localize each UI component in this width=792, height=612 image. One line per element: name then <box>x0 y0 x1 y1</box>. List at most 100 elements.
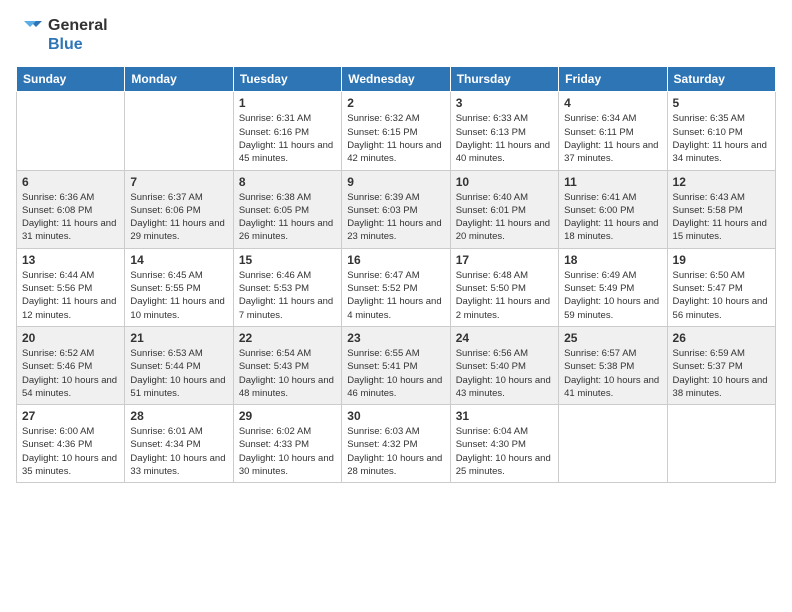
cell-content: Sunrise: 6:59 AM Sunset: 5:37 PM Dayligh… <box>673 347 770 400</box>
day-header-tuesday: Tuesday <box>233 67 341 92</box>
calendar-cell <box>667 405 775 483</box>
calendar-cell: 10Sunrise: 6:40 AM Sunset: 6:01 PM Dayli… <box>450 170 558 248</box>
calendar-cell: 3 Sunrise: 6:33 AM Sunset: 6:13 PM Daylig… <box>450 92 558 170</box>
cell-content: Sunrise: 6:35 AM Sunset: 6:10 PM Dayligh… <box>673 112 770 165</box>
calendar-table: SundayMondayTuesdayWednesdayThursdayFrid… <box>16 66 776 483</box>
cell-content: Sunrise: 6:57 AM Sunset: 5:38 PM Dayligh… <box>564 347 661 400</box>
cell-content: Sunrise: 6:47 AM Sunset: 5:52 PM Dayligh… <box>347 269 444 322</box>
day-number: 29 <box>239 409 336 423</box>
day-number: 4 <box>564 96 661 110</box>
calendar-cell: 28Sunrise: 6:01 AM Sunset: 4:34 PM Dayli… <box>125 405 233 483</box>
calendar-cell: 21 Sunrise: 6:53 AM Sunset: 5:44 PM Dayli… <box>125 326 233 404</box>
calendar-week-row: 20 Sunrise: 6:52 AM Sunset: 5:46 PM Dayli… <box>17 326 776 404</box>
calendar-cell: 8 Sunrise: 6:38 AM Sunset: 6:05 PM Daylig… <box>233 170 341 248</box>
day-header-thursday: Thursday <box>450 67 558 92</box>
cell-content: Sunrise: 6:33 AM Sunset: 6:13 PM Dayligh… <box>456 112 553 165</box>
calendar-cell: 25Sunrise: 6:57 AM Sunset: 5:38 PM Dayli… <box>559 326 667 404</box>
calendar-cell <box>17 92 125 170</box>
day-number: 19 <box>673 253 770 267</box>
cell-content: Sunrise: 6:48 AM Sunset: 5:50 PM Dayligh… <box>456 269 553 322</box>
day-number: 17 <box>456 253 553 267</box>
calendar-cell: 2Sunrise: 6:32 AM Sunset: 6:15 PM Daylig… <box>342 92 450 170</box>
calendar-cell: 17 Sunrise: 6:48 AM Sunset: 5:50 PM Dayli… <box>450 248 558 326</box>
calendar-cell: 18 Sunrise: 6:49 AM Sunset: 5:49 PM Dayli… <box>559 248 667 326</box>
cell-content: Sunrise: 6:50 AM Sunset: 5:47 PM Dayligh… <box>673 269 770 322</box>
day-number: 9 <box>347 175 444 189</box>
day-header-monday: Monday <box>125 67 233 92</box>
cell-content: Sunrise: 6:39 AM Sunset: 6:03 PM Dayligh… <box>347 191 444 244</box>
day-number: 3 <box>456 96 553 110</box>
calendar-cell: 23 Sunrise: 6:55 AM Sunset: 5:41 PM Dayli… <box>342 326 450 404</box>
calendar-cell: 29 Sunrise: 6:02 AM Sunset: 4:33 PM Dayli… <box>233 405 341 483</box>
calendar-cell <box>559 405 667 483</box>
cell-content: Sunrise: 6:37 AM Sunset: 6:06 PM Dayligh… <box>130 191 227 244</box>
day-number: 7 <box>130 175 227 189</box>
day-number: 8 <box>239 175 336 189</box>
cell-content: Sunrise: 6:34 AM Sunset: 6:11 PM Dayligh… <box>564 112 661 165</box>
day-number: 24 <box>456 331 553 345</box>
calendar-cell: 24 Sunrise: 6:56 AM Sunset: 5:40 PM Dayli… <box>450 326 558 404</box>
calendar-week-row: 13 Sunrise: 6:44 AM Sunset: 5:56 PM Dayli… <box>17 248 776 326</box>
cell-content: Sunrise: 6:40 AM Sunset: 6:01 PM Dayligh… <box>456 191 553 244</box>
calendar-cell: 13 Sunrise: 6:44 AM Sunset: 5:56 PM Dayli… <box>17 248 125 326</box>
cell-content: Sunrise: 6:00 AM Sunset: 4:36 PM Dayligh… <box>22 425 119 478</box>
calendar-cell: 20 Sunrise: 6:52 AM Sunset: 5:46 PM Dayli… <box>17 326 125 404</box>
calendar-week-row: 6Sunrise: 6:36 AM Sunset: 6:08 PM Daylig… <box>17 170 776 248</box>
day-number: 22 <box>239 331 336 345</box>
calendar-week-row: 27Sunrise: 6:00 AM Sunset: 4:36 PM Dayli… <box>17 405 776 483</box>
cell-content: Sunrise: 6:52 AM Sunset: 5:46 PM Dayligh… <box>22 347 119 400</box>
logo-general-text: General <box>48 16 108 35</box>
day-number: 26 <box>673 331 770 345</box>
day-number: 1 <box>239 96 336 110</box>
day-number: 18 <box>564 253 661 267</box>
calendar-cell: 30 Sunrise: 6:03 AM Sunset: 4:32 PM Dayli… <box>342 405 450 483</box>
calendar-cell: 14 Sunrise: 6:45 AM Sunset: 5:55 PM Dayli… <box>125 248 233 326</box>
logo-svg-icon <box>16 19 44 47</box>
calendar-week-row: 1 Sunrise: 6:31 AM Sunset: 6:16 PM Daylig… <box>17 92 776 170</box>
calendar-cell: 16 Sunrise: 6:47 AM Sunset: 5:52 PM Dayli… <box>342 248 450 326</box>
calendar-cell: 12Sunrise: 6:43 AM Sunset: 5:58 PM Dayli… <box>667 170 775 248</box>
cell-content: Sunrise: 6:56 AM Sunset: 5:40 PM Dayligh… <box>456 347 553 400</box>
cell-content: Sunrise: 6:02 AM Sunset: 4:33 PM Dayligh… <box>239 425 336 478</box>
calendar-cell: 19 Sunrise: 6:50 AM Sunset: 5:47 PM Dayli… <box>667 248 775 326</box>
cell-content: Sunrise: 6:43 AM Sunset: 5:58 PM Dayligh… <box>673 191 770 244</box>
day-number: 20 <box>22 331 119 345</box>
day-header-sunday: Sunday <box>17 67 125 92</box>
day-number: 15 <box>239 253 336 267</box>
calendar-cell: 15 Sunrise: 6:46 AM Sunset: 5:53 PM Dayli… <box>233 248 341 326</box>
cell-content: Sunrise: 6:38 AM Sunset: 6:05 PM Dayligh… <box>239 191 336 244</box>
day-header-wednesday: Wednesday <box>342 67 450 92</box>
day-number: 23 <box>347 331 444 345</box>
day-number: 11 <box>564 175 661 189</box>
calendar-cell: 6Sunrise: 6:36 AM Sunset: 6:08 PM Daylig… <box>17 170 125 248</box>
day-number: 13 <box>22 253 119 267</box>
cell-content: Sunrise: 6:32 AM Sunset: 6:15 PM Dayligh… <box>347 112 444 165</box>
cell-content: Sunrise: 6:04 AM Sunset: 4:30 PM Dayligh… <box>456 425 553 478</box>
calendar-cell: 26 Sunrise: 6:59 AM Sunset: 5:37 PM Dayli… <box>667 326 775 404</box>
cell-content: Sunrise: 6:03 AM Sunset: 4:32 PM Dayligh… <box>347 425 444 478</box>
day-header-friday: Friday <box>559 67 667 92</box>
cell-content: Sunrise: 6:49 AM Sunset: 5:49 PM Dayligh… <box>564 269 661 322</box>
calendar-cell: 1 Sunrise: 6:31 AM Sunset: 6:16 PM Daylig… <box>233 92 341 170</box>
day-number: 16 <box>347 253 444 267</box>
cell-content: Sunrise: 6:45 AM Sunset: 5:55 PM Dayligh… <box>130 269 227 322</box>
logo: General Blue <box>16 16 108 54</box>
cell-content: Sunrise: 6:53 AM Sunset: 5:44 PM Dayligh… <box>130 347 227 400</box>
cell-content: Sunrise: 6:31 AM Sunset: 6:16 PM Dayligh… <box>239 112 336 165</box>
day-number: 21 <box>130 331 227 345</box>
day-number: 28 <box>130 409 227 423</box>
calendar-cell: 27Sunrise: 6:00 AM Sunset: 4:36 PM Dayli… <box>17 405 125 483</box>
day-number: 30 <box>347 409 444 423</box>
day-number: 6 <box>22 175 119 189</box>
day-number: 14 <box>130 253 227 267</box>
cell-content: Sunrise: 6:55 AM Sunset: 5:41 PM Dayligh… <box>347 347 444 400</box>
day-number: 31 <box>456 409 553 423</box>
calendar-cell <box>125 92 233 170</box>
cell-content: Sunrise: 6:46 AM Sunset: 5:53 PM Dayligh… <box>239 269 336 322</box>
cell-content: Sunrise: 6:44 AM Sunset: 5:56 PM Dayligh… <box>22 269 119 322</box>
calendar-cell: 4 Sunrise: 6:34 AM Sunset: 6:11 PM Daylig… <box>559 92 667 170</box>
calendar-cell: 5 Sunrise: 6:35 AM Sunset: 6:10 PM Daylig… <box>667 92 775 170</box>
calendar-header-row: SundayMondayTuesdayWednesdayThursdayFrid… <box>17 67 776 92</box>
calendar-cell: 7 Sunrise: 6:37 AM Sunset: 6:06 PM Daylig… <box>125 170 233 248</box>
day-number: 5 <box>673 96 770 110</box>
